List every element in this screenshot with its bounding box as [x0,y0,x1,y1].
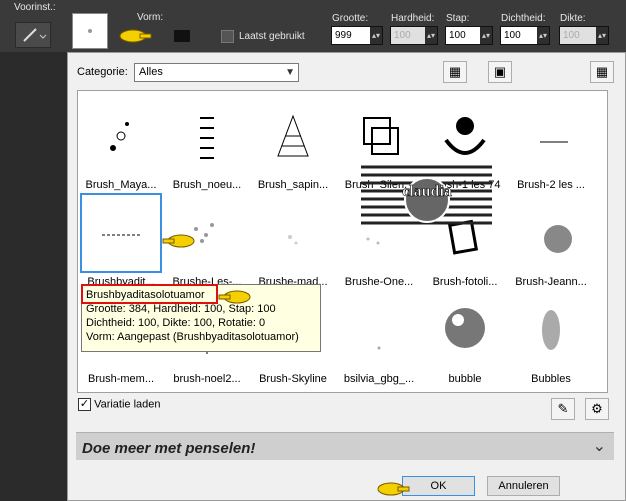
brush-name: Brush_sapin... [257,179,329,191]
spin-arrows-icon[interactable]: ▴▾ [596,27,608,44]
tool-options-bar: Voorinst.: Vorm: Laatst gebruikt Grootte… [0,0,626,52]
tooltip-line: Vorm: Aangepast (Brushbyaditasolotuamor) [86,331,299,343]
brush-name: Brush-Jeann... [515,276,587,288]
brush-item[interactable]: bubble [422,288,508,386]
brush-item[interactable]: Brush-2 les ... [508,94,594,192]
category-label: Categorie: [77,66,128,78]
grid-view-button[interactable]: ▦ [443,61,467,83]
edit-brush-button[interactable]: ✎ [551,398,575,420]
size-stepper[interactable]: 999 ▴▾ [331,26,383,45]
brush-name: Brush-Skyline [259,373,327,385]
brush-item[interactable]: Brush_noeu... [164,94,250,192]
pointer-hand-icon [377,482,410,496]
brush-item[interactable]: Bubbles [508,288,594,386]
brush-settings-button[interactable]: ⚙ [585,398,609,420]
variation-label: Variatie laden [94,398,161,411]
tooltip-line: Grootte: 384, Hardheid: 100, Stap: 100 [86,303,276,315]
options-button[interactable]: ▦ [590,61,614,83]
brush-thumbnail[interactable] [424,290,506,370]
tooltip-highlight-box [81,284,218,304]
thickness-value[interactable]: 100 [560,27,596,44]
brush-item[interactable]: Brushbyadit... [78,191,164,289]
variation-option[interactable]: ✓ Variatie laden [78,398,161,411]
brush-item[interactable]: bsilvia_gbg_... [336,288,422,386]
step-stepper[interactable]: 100 ▴▾ [445,26,493,45]
chevron-down-icon: ▼ [285,67,295,78]
brush-thumbnail[interactable] [338,290,420,370]
brush-item[interactable]: Brush_Maya... [78,94,164,192]
hardness-label: Hardheid: [391,13,435,24]
pointer-hand-icon [218,290,251,304]
more-brushes-panel[interactable]: Doe meer met penselen! ⌄ [76,432,614,460]
cancel-label: Annuleren [498,480,549,492]
pointer-hand-icon [162,234,195,248]
folder-button[interactable]: ▣ [488,61,512,83]
brush-thumbnail[interactable] [80,193,162,273]
step-value[interactable]: 100 [446,27,480,44]
brush-name: Brush_noeu... [172,179,242,191]
brush-thumbnail[interactable] [252,193,334,273]
category-select[interactable]: Alles ▼ [134,63,299,82]
recent-label: Laatst gebruikt [239,31,305,42]
preset-picker[interactable] [15,22,51,48]
grid-icon: ▦ [448,64,462,79]
watermark-logo: claudia [361,162,492,231]
chevron-down-icon[interactable]: ⌄ [593,436,606,456]
brush-name: brush-noel2... [173,373,241,385]
hardness-stepper[interactable]: 100 ▴▾ [390,26,438,45]
brush-name: Brush_Maya... [85,179,157,191]
size-value[interactable]: 999 [332,27,370,44]
brush-item[interactable]: Brush-Jeann... [508,191,594,289]
spin-arrows-icon[interactable]: ▴▾ [480,27,492,44]
brush-name: Brush-fotoli... [432,276,498,288]
brush-thumbnail[interactable] [166,96,248,176]
brush-name: bsilvia_gbg_... [343,373,415,385]
shape-label: Vorm: [137,12,164,23]
preset-label: Voorinst.: [14,2,56,13]
density-stepper[interactable]: 100 ▴▾ [500,26,550,45]
settings-icon: ▦ [595,64,609,79]
tooltip-line: Dichtheid: 100, Dikte: 100, Rotatie: 0 [86,317,266,329]
brush-name: bubble [448,373,482,385]
density-value[interactable]: 100 [501,27,537,44]
brush-item[interactable]: Brushe-mad... [250,191,336,289]
shape-thumbnail[interactable] [72,13,108,49]
brush-name: Bubbles [531,373,571,385]
watermark-text: claudia [402,183,452,200]
brush-name: Brush-2 les ... [517,179,585,191]
brush-thumbnail[interactable] [510,290,592,370]
more-brushes-label: Doe meer met penselen! [82,440,256,457]
folder-icon: ▣ [493,64,507,79]
ok-button[interactable]: OK [402,476,475,496]
ok-label: OK [430,480,447,492]
size-label: Grootte: [332,13,369,24]
brush-thumbnail[interactable] [80,96,162,176]
pointer-hand-icon [119,29,152,43]
shape-swatch[interactable] [174,30,190,42]
category-value: Alles [139,66,163,78]
brush-icon [23,28,47,42]
spin-arrows-icon[interactable]: ▴▾ [537,27,549,44]
brush-thumbnail[interactable] [510,193,592,273]
brush-thumbnail[interactable] [252,96,334,176]
spin-arrows-icon[interactable]: ▴▾ [370,27,382,44]
brush-thumbnail[interactable] [510,96,592,176]
recent-checkbox[interactable] [221,30,234,43]
hardness-value[interactable]: 100 [391,27,425,44]
thickness-label: Dikte: [560,13,586,24]
spin-arrows-icon[interactable]: ▴▾ [425,27,437,44]
brush-name: Brush-mem... [87,373,154,385]
thickness-stepper[interactable]: 100 ▴▾ [559,26,609,45]
settings-icon: ⚙ [591,401,603,416]
step-label: Stap: [446,13,470,24]
variation-checkbox[interactable]: ✓ [78,398,91,411]
brush-item[interactable]: Brush_sapin... [250,94,336,192]
cancel-button[interactable]: Annuleren [487,476,560,496]
density-label: Dichtheid: [501,13,546,24]
edit-icon: ✎ [557,401,569,416]
brush-name: Brushe-One... [344,276,414,288]
brush-shape-icon [88,29,92,33]
